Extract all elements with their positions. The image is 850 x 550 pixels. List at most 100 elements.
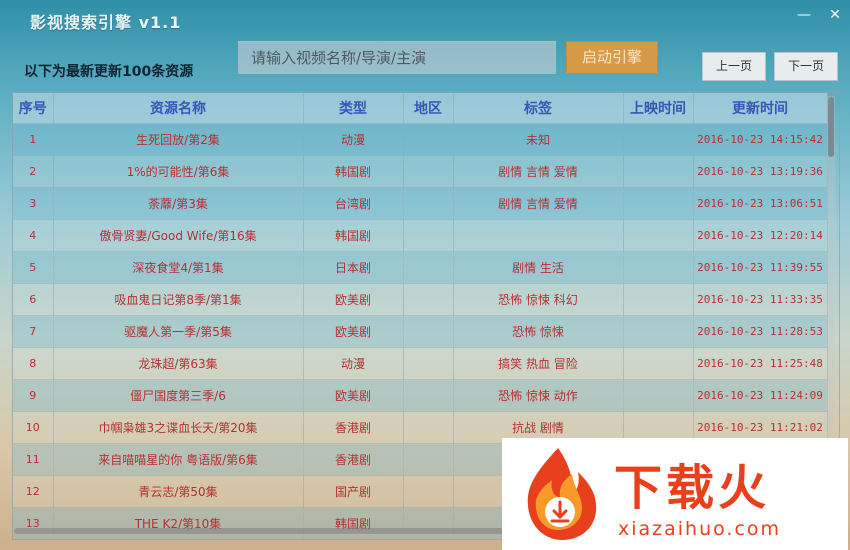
cell-update-time: 2016-10-23 11:24:09 — [693, 379, 828, 412]
cell-region — [403, 219, 454, 252]
cell-release-time — [623, 155, 694, 188]
cell-update-time: 2016-10-23 13:19:36 — [693, 155, 828, 188]
cell-index: 3 — [13, 187, 54, 220]
table-row[interactable]: 4 傲骨贤妻/Good Wife/第16集 韩国剧 2016-10-23 12:20:… — [13, 219, 828, 252]
cell-name: 傲骨贤妻/Good Wife/第16集 — [53, 219, 304, 252]
cell-update-time: 2016-10-23 11:33:35 — [693, 283, 828, 316]
subtitle-label: 以下为最新更新100条资源 — [24, 64, 194, 80]
cell-type: 台湾剧 — [303, 187, 404, 220]
vertical-scroll-thumb[interactable] — [828, 97, 834, 157]
cell-region — [403, 507, 454, 539]
cell-release-time — [623, 251, 694, 284]
cell-tags: 搞笑 热血 冒险 — [453, 347, 624, 380]
search-input[interactable] — [238, 41, 556, 74]
cell-update-time: 2016-10-23 11:25:48 — [693, 347, 828, 380]
cell-name: 龙珠超/第63集 — [53, 347, 304, 380]
cell-index: 14 — [13, 540, 53, 541]
cell-release-time — [623, 315, 694, 348]
cell-name: 荼蘼/第3集 — [53, 187, 304, 220]
cell-index: 2 — [13, 155, 54, 188]
cell-type: 动漫 — [303, 347, 404, 380]
cell-index: 13 — [13, 507, 54, 539]
cell-tags: 剧情 言情 爱情 — [453, 155, 624, 188]
cell-type: 韩国剧 — [303, 219, 404, 252]
minimize-icon[interactable]: — — [795, 6, 813, 24]
cell-type: 国产剧 — [303, 475, 404, 508]
next-page-button[interactable]: 下一页 — [774, 52, 838, 81]
cell-region — [403, 315, 454, 348]
cell-release-time — [623, 123, 694, 156]
cell-type: 香港剧 — [303, 411, 404, 444]
cell-tags: 恐怖 惊悚 — [453, 315, 624, 348]
col-header-tags[interactable]: 标签 — [453, 93, 624, 124]
start-engine-button[interactable]: 启动引擎 — [566, 41, 658, 74]
watermark-text: 下载火 — [614, 460, 771, 516]
cell-release-time — [623, 379, 694, 412]
cell-region — [403, 443, 454, 476]
prev-page-button[interactable]: 上一页 — [702, 52, 766, 81]
cell-release-time — [623, 187, 694, 220]
cell-region — [403, 475, 454, 508]
watermark-url: xiazaihuo.com — [618, 518, 782, 540]
cell-index: 6 — [13, 283, 54, 316]
cell-index: 5 — [13, 251, 54, 284]
title-bar: 影视搜索引擎 v1.1 — ✕ — [0, 0, 850, 36]
cell-update-time: 2016-10-23 13:06:51 — [693, 187, 828, 220]
cell-name: 巾帼枭雄3之谍血长天/第20集 — [53, 411, 304, 444]
table-row[interactable]: 6 吸血鬼日记第8季/第1集 欧美剧 恐怖 惊悚 科幻 2016-10-23 11:33… — [13, 283, 828, 316]
cell-type: 日本剧 — [303, 251, 404, 284]
cell-tags: 恐怖 惊悚 科幻 — [453, 283, 624, 316]
cell-release-time — [623, 283, 694, 316]
cell-tags: 剧情 言情 爱情 — [453, 187, 624, 220]
cell-region — [403, 540, 453, 541]
cell-region — [403, 187, 454, 220]
col-header-name[interactable]: 资源名称 — [53, 93, 304, 124]
table-row[interactable]: 8 龙珠超/第63集 动漫 搞笑 热血 冒险 2016-10-23 11:25:48 — [13, 347, 828, 380]
cell-name: 僵尸国度第三季/6 — [53, 379, 304, 412]
cell-name: 生死回放/第2集 — [53, 123, 304, 156]
cell-release-time — [623, 219, 694, 252]
cell-type: 韩国剧 — [303, 155, 404, 188]
cell-name: 黑镜第三季/第5集 — [53, 540, 303, 541]
cell-tags — [453, 219, 624, 252]
cell-name: THE K2/第10集 — [53, 507, 304, 539]
cell-index: 12 — [13, 475, 54, 508]
table-row[interactable]: 2 1%的可能性/第6集 韩国剧 剧情 言情 爱情 2016-10-23 13:19:3… — [13, 155, 828, 188]
cell-region — [403, 411, 454, 444]
cell-type: 欧美剧 — [303, 315, 404, 348]
col-header-type[interactable]: 类型 — [303, 93, 404, 124]
cell-name: 青云志/第50集 — [53, 475, 304, 508]
col-header-release-time[interactable]: 上映时间 — [623, 93, 694, 124]
table-row[interactable]: 9 僵尸国度第三季/6 欧美剧 恐怖 惊悚 动作 2016-10-23 11:24:09 — [13, 379, 828, 412]
cell-region — [403, 283, 454, 316]
cell-type: 欧美剧 — [303, 379, 404, 412]
table-row[interactable]: 5 深夜食堂4/第1集 日本剧 剧情 生活 2016-10-23 11:39:55 — [13, 251, 828, 284]
col-header-region[interactable]: 地区 — [403, 93, 454, 124]
flame-logo-icon — [527, 448, 597, 540]
cell-tags: 未知 — [453, 123, 624, 156]
table-row[interactable]: 3 荼蘼/第3集 台湾剧 剧情 言情 爱情 2016-10-23 13:06:51 — [13, 187, 828, 220]
cell-type: 韩国剧 — [303, 507, 404, 539]
col-header-update-time[interactable]: 更新时间 — [693, 93, 828, 124]
table-row[interactable]: 7 驱魔人第一季/第5集 欧美剧 恐怖 惊悚 2016-10-23 11:28:53 — [13, 315, 828, 348]
cell-type: 香港剧 — [303, 443, 404, 476]
app-title: 影视搜索引擎 v1.1 — [30, 13, 182, 32]
cell-update-time: 2016-10-23 11:28:53 — [693, 315, 828, 348]
cell-index: 8 — [13, 347, 54, 380]
cell-name: 深夜食堂4/第1集 — [53, 251, 304, 284]
cell-region — [403, 251, 454, 284]
cell-index: 1 — [13, 123, 54, 156]
cell-type: 欧美剧 — [303, 540, 403, 541]
cell-region — [403, 379, 454, 412]
cell-update-time: 2016-10-23 11:39:55 — [693, 251, 828, 284]
cell-type: 动漫 — [303, 123, 404, 156]
table-row[interactable]: 1 生死回放/第2集 动漫 未知 2016-10-23 14:15:42 — [13, 123, 828, 156]
watermark-logo: 下载火 xiazaihuo.com — [502, 438, 848, 550]
cell-index: 10 — [13, 411, 54, 444]
cell-index: 9 — [13, 379, 54, 412]
cell-update-time: 2016-10-23 12:20:14 — [693, 219, 828, 252]
close-icon[interactable]: ✕ — [826, 6, 844, 24]
col-header-index[interactable]: 序号 — [13, 93, 54, 124]
cell-index: 11 — [13, 443, 54, 476]
cell-name: 1%的可能性/第6集 — [53, 155, 304, 188]
